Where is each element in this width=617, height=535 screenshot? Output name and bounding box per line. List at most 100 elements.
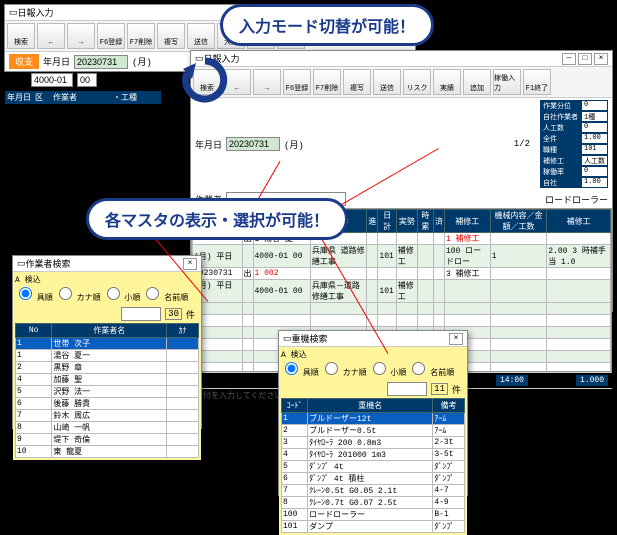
toolbar-button[interactable]: 複写 [157,23,185,49]
toolbar-button[interactable]: 稼働入力 [493,69,521,95]
list-cell[interactable]: 世帯 次子 [52,338,167,350]
list-row[interactable]: 8山崎 一帆 [16,422,199,434]
grid-row[interactable]: 20230731出1 0023 補修工 [193,268,611,280]
grid-cell[interactable]: 101 [378,280,396,303]
grid-cell[interactable] [547,268,611,280]
list-cell[interactable]: ﾀﾞﾝﾌﾟ 4t [308,461,433,473]
list-cell[interactable]: 8 [16,422,52,434]
grid-cell[interactable] [547,327,611,339]
list-cell[interactable]: 沢野 法一 [52,386,167,398]
list-cell[interactable]: ｱｰﾑ [433,425,465,437]
grid-cell[interactable] [242,363,253,373]
list-row[interactable]: 1湯谷 夏一 [16,350,199,362]
grid-cell[interactable]: 兵庫県－道路修繕工事 [310,280,367,303]
sort-radio[interactable]: 名前順 [146,287,188,303]
grid-cell[interactable] [242,315,253,327]
list-cell[interactable]: ブルドーザー0.5t [308,425,433,437]
list-cell[interactable]: 6 [16,398,52,410]
list-cell[interactable]: 後藤 勝貴 [52,398,167,410]
grid-cell[interactable] [417,233,433,245]
grid-cell[interactable] [417,303,433,315]
grid-cell[interactable]: 101 [378,245,396,268]
grid-cell[interactable] [547,303,611,315]
sort-radio[interactable]: 名前順 [412,362,454,378]
list-cell[interactable]: 4 [282,449,308,461]
toolbar-button[interactable]: 複写 [343,69,371,95]
toolbar-button[interactable]: ← [37,23,65,49]
grid-cell[interactable] [367,303,378,315]
list-cell[interactable]: ﾀｲﾔﾛｰﾗ 201000 1m3 [308,449,433,461]
grid-cell[interactable] [367,280,378,303]
grid-cell[interactable] [490,268,547,280]
toolbar-button[interactable]: → [253,69,281,95]
list-cell[interactable]: 鈴木 周広 [52,410,167,422]
list-cell[interactable] [167,338,199,350]
list-cell[interactable] [167,374,199,386]
close-button[interactable]: × [183,258,197,270]
grid-cell[interactable]: 4000-01 00 [253,245,310,268]
grid-cell[interactable] [367,268,378,280]
list-cell[interactable]: 9 [16,434,52,446]
list-cell[interactable]: ﾀｲﾔﾛｰﾗ 200 0.8m3 [308,437,433,449]
close-button[interactable]: × [594,53,608,65]
list-cell[interactable] [167,362,199,374]
toolbar-button[interactable]: → [67,23,95,49]
grid-cell[interactable] [253,315,310,327]
grid-cell[interactable] [242,280,253,303]
toolbar-button[interactable]: 検索 [7,23,35,49]
list-cell[interactable]: ｸﾚｰﾝ0.5t G0.05 2.1t [308,485,433,497]
grid-cell[interactable]: 1 002 [253,268,310,280]
list-cell[interactable]: 4-9 [433,497,465,509]
list-cell[interactable]: ﾀﾞﾝﾌﾟ [433,473,465,485]
list-row[interactable]: 1世帯 次子 [16,338,199,350]
list-row[interactable]: 101ダンプﾀﾞﾝﾌﾟ [282,521,465,533]
list-cell[interactable]: ロードローラー [308,509,433,521]
list-cell[interactable]: 5 [282,461,308,473]
grid-cell[interactable]: 100 ロードロー [444,245,490,268]
list-cell[interactable]: 8 [282,497,308,509]
list-cell[interactable] [167,446,199,458]
grid-cell[interactable] [547,233,611,245]
list-cell[interactable] [167,350,199,362]
list-cell[interactable]: 湯谷 夏一 [52,350,167,362]
list-row[interactable]: 9堤下 奇倫 [16,434,199,446]
grid-cell[interactable] [433,245,444,268]
project-branch-input[interactable] [77,73,97,87]
sort-radio[interactable]: 具順 [19,287,53,303]
tab[interactable]: A 検込 [281,349,465,360]
list-cell[interactable]: 黒野 章 [52,362,167,374]
list-cell[interactable]: 1 [16,350,52,362]
grid-cell[interactable]: 出 [242,268,253,280]
grid-cell[interactable] [417,268,433,280]
toolbar-button[interactable]: F1終了 [523,69,551,95]
grid-cell[interactable] [433,233,444,245]
grid-row[interactable] [193,315,611,327]
grid-cell[interactable] [547,363,611,373]
list-cell[interactable]: ダンプ [308,521,433,533]
grid-cell[interactable] [433,303,444,315]
list-row[interactable]: 7鈴木 周広 [16,410,199,422]
grid-cell[interactable] [490,339,547,351]
date-input[interactable] [226,137,280,151]
list-row[interactable]: 5ﾀﾞﾝﾌﾟ 4tﾀﾞﾝﾌﾟ [282,461,465,473]
worker-grid[interactable]: No作業者名ｶﾅ1世帯 次子1湯谷 夏一2黒野 章4加藤 聖5沢野 法一6後藤 … [15,323,199,458]
list-cell[interactable] [167,410,199,422]
grid-row[interactable]: (月) 平日4000-01 00兵庫県 道路修繕工事101補修工100 ロードロ… [193,245,611,268]
list-cell[interactable]: 3-5t [433,449,465,461]
tab[interactable]: A 検込 [15,274,199,285]
list-row[interactable]: 8ｸﾚｰﾝ0.7t G0.07 2.5t4-9 [282,497,465,509]
grid-cell[interactable]: 補修工 [396,280,417,303]
grid-cell[interactable] [490,233,547,245]
grid-cell[interactable] [444,303,490,315]
list-cell[interactable]: 100 [282,509,308,521]
toolbar-button[interactable]: 送信 [373,69,401,95]
grid-cell[interactable] [367,233,378,245]
sort-radio[interactable]: 小順 [107,287,141,303]
list-row[interactable]: 100ロードローラーB-1 [282,509,465,521]
list-cell[interactable]: 10 [16,446,52,458]
list-row[interactable]: 1ブルドーザー12tｱｰﾑ [282,413,465,425]
filter-input[interactable] [387,382,427,396]
maximize-button[interactable]: □ [578,53,592,65]
list-row[interactable]: 10東 龍夏 [16,446,199,458]
toolbar-button[interactable]: F6登録 [283,69,311,95]
